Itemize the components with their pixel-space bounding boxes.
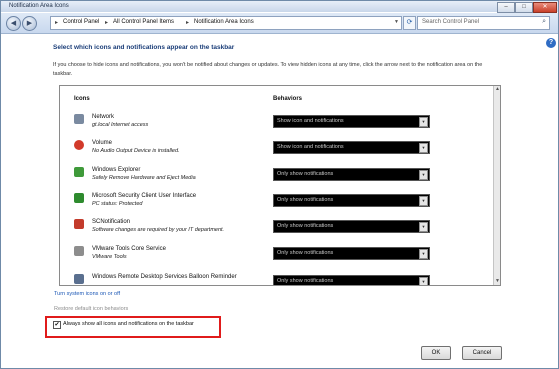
chevron-down-icon[interactable]: ▼ (419, 222, 428, 232)
item-name: SCNotification (92, 219, 131, 225)
breadcrumb-separator: ▸ (105, 20, 109, 26)
behavior-select[interactable]: Only show notifications ▼ (273, 168, 430, 181)
column-header-icons: Icons (74, 96, 90, 102)
back-button[interactable]: ◀ (6, 16, 21, 31)
address-bar[interactable]: ▸ Control Panel ▸ All Control Panel Item… (50, 16, 402, 30)
behavior-value: Only show notifications (277, 171, 334, 177)
security-shield-icon (74, 193, 84, 203)
breadcrumb-all-items[interactable]: All Control Panel Items (113, 19, 174, 25)
behavior-select[interactable]: Only show notifications ▼ (273, 194, 430, 207)
control-panel-window: Notification Area Icons – □ ✕ ◀ ▶ ▸ Cont… (0, 0, 559, 369)
search-input[interactable]: Search Control Panel ⌕ (417, 16, 550, 30)
behavior-value: Only show notifications (277, 223, 334, 229)
title-bar: Notification Area Icons – □ ✕ (1, 1, 558, 13)
list-item: Microsoft Security Client User Interface… (60, 191, 490, 217)
close-button[interactable]: ✕ (533, 2, 557, 13)
breadcrumb-notification-area[interactable]: Notification Area Icons (194, 19, 254, 25)
window-title: Notification Area Icons (9, 3, 69, 9)
chevron-down-icon[interactable]: ▼ (419, 117, 428, 127)
system-icons-link[interactable]: Turn system icons on or off (54, 291, 120, 297)
breadcrumb-separator: ▸ (186, 20, 190, 26)
remote-desktop-icon (74, 274, 84, 284)
behavior-value: Only show notifications (277, 250, 334, 256)
item-name: Microsoft Security Client User Interface (92, 193, 197, 199)
behavior-select[interactable]: Show icon and notifications ▼ (273, 115, 430, 128)
item-status: VMware Tools (92, 254, 127, 260)
chevron-down-icon[interactable]: ▼ (419, 277, 428, 285)
behavior-value: Only show notifications (277, 278, 334, 284)
refresh-button[interactable]: ⟳ (403, 16, 416, 30)
item-name: Windows Remote Desktop Services Balloon … (92, 274, 237, 280)
address-toolbar: ◀ ▶ ▸ Control Panel ▸ All Control Panel … (1, 13, 558, 34)
usb-drive-icon (74, 167, 84, 177)
chevron-down-icon[interactable]: ▼ (394, 19, 399, 25)
list-item: Volume No Audio Output Device is install… (60, 138, 490, 164)
item-name: Windows Explorer (92, 167, 141, 173)
list-item: Windows Explorer Safely Remove Hardware … (60, 165, 490, 191)
item-status: No Audio Output Device is installed. (92, 148, 180, 154)
minimize-button[interactable]: – (497, 2, 515, 13)
item-name: Network (92, 114, 115, 120)
page-title: Select which icons and notifications app… (53, 44, 235, 51)
page-description: If you choose to hide icons and notifica… (53, 62, 483, 77)
behavior-value: Show icon and notifications (277, 144, 344, 150)
vmware-icon (74, 246, 84, 256)
network-icon (74, 114, 84, 124)
help-icon[interactable]: ? (546, 38, 556, 48)
behavior-select[interactable]: Only show notifications ▼ (273, 247, 430, 260)
chevron-down-icon[interactable]: ▼ (419, 170, 428, 180)
breadcrumb-separator: ▸ (55, 20, 59, 26)
restore-defaults-link[interactable]: Restore default icon behaviors (54, 306, 128, 312)
ok-button[interactable]: OK (421, 346, 451, 360)
item-name: Volume (92, 140, 113, 146)
forward-button[interactable]: ▶ (22, 16, 37, 31)
list-item: Network gt.local Internet access Show ic… (60, 112, 490, 138)
highlight-box (45, 316, 221, 338)
item-status: Software changes are required by your IT… (92, 227, 225, 233)
volume-icon (74, 140, 84, 150)
chevron-down-icon[interactable]: ▼ (419, 143, 428, 153)
icon-behavior-list: Icons Behaviors Network gt.local Interne… (59, 85, 501, 286)
maximize-button[interactable]: □ (515, 2, 533, 13)
vertical-scrollbar[interactable]: ▲ ▼ (493, 86, 500, 285)
list-item: Windows Remote Desktop Services Balloon … (60, 272, 490, 285)
behavior-select[interactable]: Only show notifications ▼ (273, 220, 430, 233)
breadcrumb-control-panel[interactable]: Control Panel (63, 19, 99, 25)
behavior-value: Show icon and notifications (277, 118, 344, 124)
scroll-down-icon[interactable]: ▼ (494, 278, 500, 285)
sc-notification-icon (74, 219, 84, 229)
search-placeholder: Search Control Panel (422, 19, 480, 25)
cancel-button[interactable]: Cancel (462, 346, 502, 360)
scroll-up-icon[interactable]: ▲ (494, 86, 500, 93)
list-item: VMware Tools Core Service VMware Tools O… (60, 244, 490, 270)
item-status: Safely Remove Hardware and Eject Media (92, 175, 196, 181)
item-name: VMware Tools Core Service (92, 246, 166, 252)
item-status: gt.local Internet access (92, 122, 149, 128)
behavior-value: Only show notifications (277, 197, 334, 203)
behavior-select[interactable]: Only show notifications ▼ (273, 275, 430, 285)
behavior-select[interactable]: Show icon and notifications ▼ (273, 141, 430, 154)
list-item: SCNotification Software changes are requ… (60, 217, 490, 243)
chevron-down-icon[interactable]: ▼ (419, 196, 428, 206)
item-status: PC status: Protected (92, 201, 143, 207)
always-show-label[interactable]: Always show all icons and notifications … (63, 321, 194, 327)
column-header-behaviors: Behaviors (273, 96, 303, 102)
chevron-down-icon[interactable]: ▼ (419, 249, 428, 259)
always-show-checkbox[interactable]: ✔ (53, 321, 61, 329)
search-icon[interactable]: ⌕ (542, 18, 546, 26)
